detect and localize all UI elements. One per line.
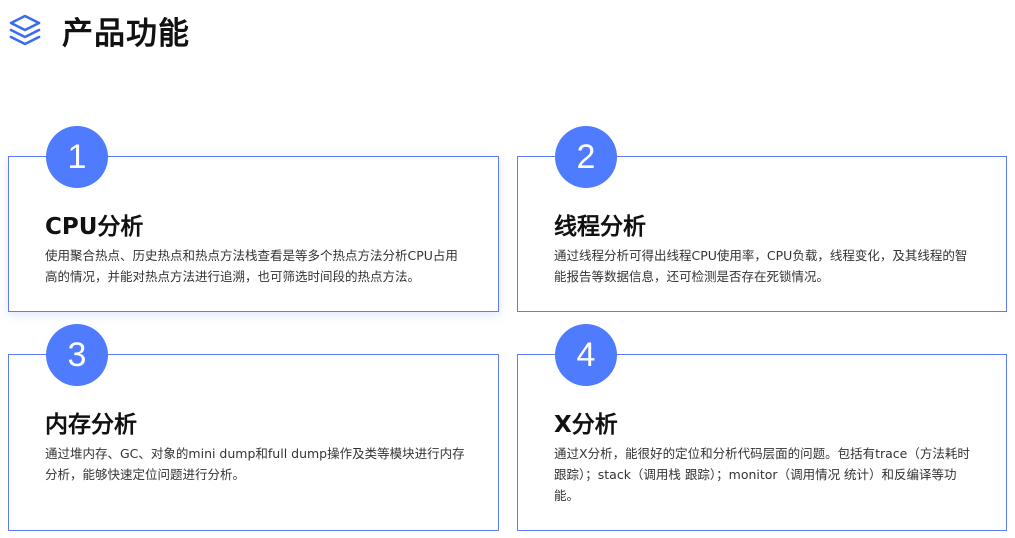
feature-card-cpu[interactable]: 1 CPU分析 使用聚合热点、历史热点和热点方法栈查看是等多个热点方法分析CPU… — [8, 126, 499, 312]
card-description: 使用聚合热点、历史热点和热点方法栈查看是等多个热点方法分析CPU占用高的情况，并… — [45, 248, 458, 284]
card-number-badge: 1 — [46, 126, 108, 188]
card-description: 通过线程分析可得出线程CPU使用率，CPU负载，线程变化，及其线程的智能报告等数… — [554, 248, 968, 284]
feature-card-thread[interactable]: 2 线程分析 通过线程分析可得出线程CPU使用率，CPU负载，线程变化，及其线程… — [517, 126, 1007, 312]
card-title: 内存分析 — [45, 412, 137, 438]
section-header: 产品功能 — [8, 10, 190, 52]
card-number-badge: 4 — [555, 324, 617, 386]
product-features-page: 产品功能 1 CPU分析 使用聚合热点、历史热点和热点方法栈查看是等多个热点方法… — [0, 0, 1015, 538]
card-title: 线程分析 — [554, 214, 646, 240]
card-number-badge: 3 — [46, 324, 108, 386]
card-title: CPU分析 — [45, 214, 144, 240]
card-number-badge: 2 — [555, 126, 617, 188]
layers-icon — [9, 14, 41, 46]
card-title: X分析 — [554, 412, 618, 438]
feature-card-memory[interactable]: 3 内存分析 通过堆内存、GC、对象的mini dump和full dump操作… — [8, 324, 499, 531]
card-description: 通过堆内存、GC、对象的mini dump和full dump操作及类等模块进行… — [45, 446, 465, 482]
card-description: 通过X分析，能很好的定位和分析代码层面的问题。包括有trace（方法耗时跟踪）；… — [554, 446, 970, 503]
page-title: 产品功能 — [62, 15, 190, 52]
feature-card-x[interactable]: 4 X分析 通过X分析，能很好的定位和分析代码层面的问题。包括有trace（方法… — [517, 324, 1007, 531]
